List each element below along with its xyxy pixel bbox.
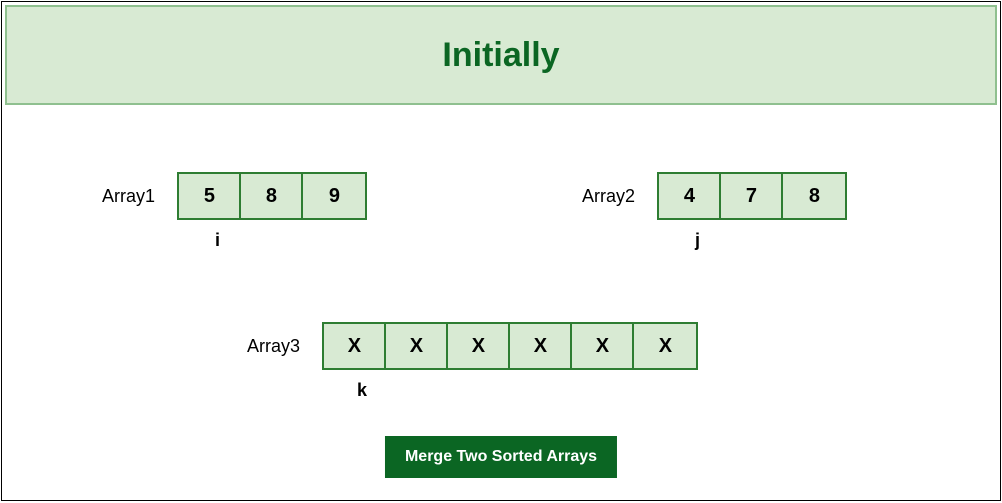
array3-cell: X	[572, 324, 634, 368]
array2-cell: 7	[721, 174, 783, 218]
array3-label: Array3	[247, 336, 300, 357]
array2-cells: 4 7 8	[657, 172, 847, 220]
array2-cell: 4	[659, 174, 721, 218]
array1-group: Array1 5 8 9	[102, 172, 367, 220]
array3-cell: X	[510, 324, 572, 368]
array1-cell: 5	[179, 174, 241, 218]
array3-cell: X	[324, 324, 386, 368]
array1-cell: 8	[241, 174, 303, 218]
diagram-stage: Array1 5 8 9 i Array2 4 7 8 j Array3 X X…	[2, 112, 1000, 500]
array3-cell: X	[386, 324, 448, 368]
pointer-k: k	[357, 380, 367, 401]
diagram-title: Initially	[442, 36, 559, 75]
array1-cells: 5 8 9	[177, 172, 367, 220]
merge-button[interactable]: Merge Two Sorted Arrays	[385, 436, 617, 478]
array3-cell: X	[448, 324, 510, 368]
array3-cell: X	[634, 324, 696, 368]
pointer-i: i	[215, 230, 220, 251]
array1-cell: 9	[303, 174, 365, 218]
array1-label: Array1	[102, 186, 155, 207]
array2-group: Array2 4 7 8	[582, 172, 847, 220]
array2-cell: 8	[783, 174, 845, 218]
pointer-j: j	[695, 230, 700, 251]
header-bar: Initially	[5, 5, 997, 105]
array3-group: Array3 X X X X X X	[247, 322, 698, 370]
array2-label: Array2	[582, 186, 635, 207]
array3-cells: X X X X X X	[322, 322, 698, 370]
diagram-frame: Initially Array1 5 8 9 i Array2 4 7 8 j …	[1, 1, 1001, 501]
